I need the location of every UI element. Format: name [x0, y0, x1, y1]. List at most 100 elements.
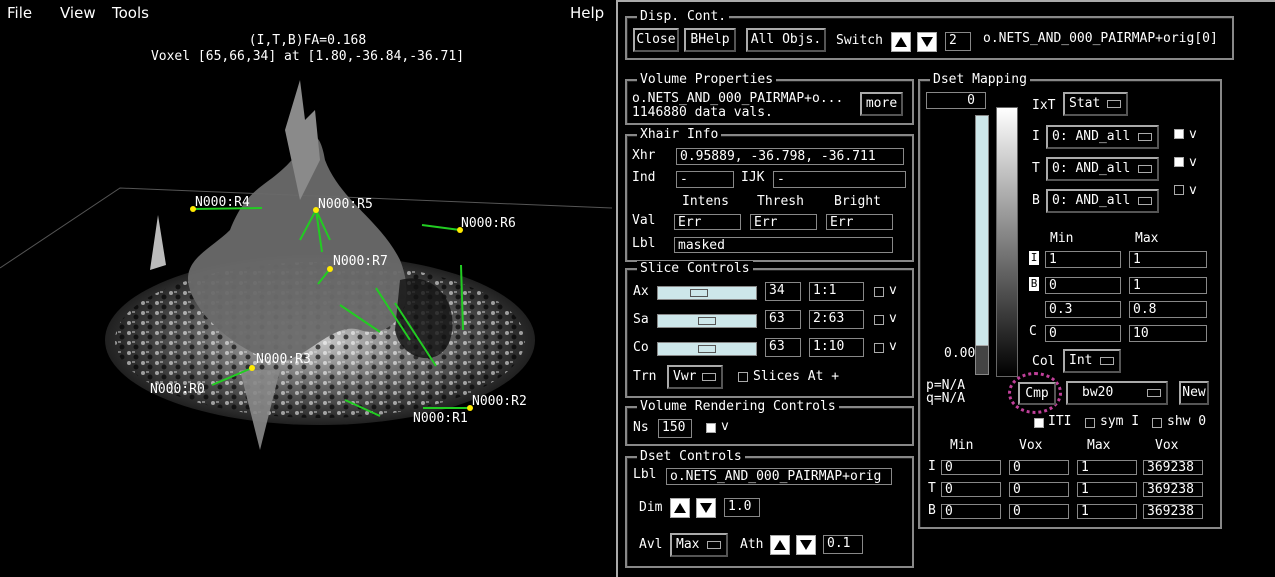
menu-file[interactable]: File [7, 4, 32, 22]
co-slider[interactable] [657, 342, 757, 356]
ath-up-button[interactable] [770, 535, 790, 555]
node-label-r1: N000:R1 [413, 411, 468, 426]
brain-rendering[interactable] [0, 70, 615, 577]
node-label-r0: N000:R0 [150, 382, 205, 397]
dim-down-button[interactable] [696, 498, 716, 518]
volume-name: o.NETS_AND_000_PAIRMAP+o... [632, 91, 844, 106]
iti-checkbox[interactable] [1034, 418, 1044, 428]
trn-menu[interactable]: Vwr [667, 365, 723, 389]
ind-label: Ind [632, 170, 656, 185]
slices-at-checkbox[interactable] [738, 372, 748, 382]
colorbar-top-value[interactable]: 0 [926, 92, 986, 109]
ax-checkbox[interactable] [874, 287, 884, 297]
val-thresh-field[interactable]: Err [750, 214, 817, 230]
new-button[interactable]: New [1179, 381, 1209, 405]
t-checkbox[interactable] [1174, 157, 1184, 167]
dim-up-button[interactable] [670, 498, 690, 518]
range-t-min-vox: 0 [1009, 482, 1069, 497]
ixt-menu[interactable]: Stat [1063, 92, 1128, 116]
bhelp-button[interactable]: BHelp [684, 28, 736, 52]
range3-max-field[interactable]: 0.8 [1129, 301, 1207, 318]
cmp-button[interactable]: Cmp [1018, 382, 1056, 405]
menu-tools[interactable]: Tools [112, 4, 149, 22]
range-t-min: 0 [941, 482, 1001, 497]
b-min-field[interactable]: 0 [1045, 277, 1121, 294]
sa-slider[interactable] [657, 314, 757, 328]
sym-i-checkbox[interactable] [1085, 418, 1095, 428]
range-vox2-header: Vox [1155, 438, 1179, 453]
i-max-field[interactable]: 1 [1129, 251, 1207, 268]
switch-up-button[interactable] [891, 32, 911, 52]
b-value: 0: AND_all [1052, 193, 1131, 208]
co-ratio-field[interactable]: 1:10 [809, 338, 864, 357]
b-max-field[interactable]: 1 [1129, 277, 1207, 294]
b-checkbox[interactable] [1174, 185, 1184, 195]
val-label: Val [632, 213, 656, 228]
ind-field[interactable]: - [676, 171, 734, 188]
xhair-info-title: Xhair Info [637, 127, 722, 142]
c-max-field[interactable]: 10 [1129, 325, 1207, 342]
sa-ratio-field[interactable]: 2:63 [809, 310, 864, 329]
all-objs-button[interactable]: All Objs. [746, 28, 826, 52]
range-i-min: 0 [941, 460, 1001, 475]
dset-lbl-field[interactable]: o.NETS_AND_000_PAIRMAP+orig [666, 468, 892, 485]
dset-mapping-frame: Dset Mapping 0 0.00 p=N/A q=N/A IxT Stat… [918, 72, 1222, 529]
ns-label: Ns [633, 420, 649, 435]
ijk-field[interactable]: - [773, 171, 906, 188]
threshold-slider[interactable] [975, 115, 989, 375]
ath-field[interactable]: 0.1 [823, 535, 863, 554]
i-min-field[interactable]: 1 [1045, 251, 1121, 268]
b-label: B [1032, 193, 1040, 208]
val-bright-field[interactable]: Err [826, 214, 893, 230]
cmp-menu[interactable]: bw20 [1066, 381, 1168, 405]
xhr-field[interactable]: 0.95889, -36.798, -36.711 [676, 148, 904, 165]
more-button[interactable]: more [860, 92, 903, 116]
ns-checkbox[interactable] [706, 423, 716, 433]
c-min-field[interactable]: 0 [1045, 325, 1121, 342]
range-vox-header: Vox [1019, 438, 1043, 453]
avl-menu[interactable]: Max [670, 533, 728, 557]
dim-field[interactable]: 1.0 [724, 498, 760, 517]
surface-viewer[interactable]: File View Tools Help (I,T,B)FA=0.168 Vox… [0, 0, 615, 577]
col-label: Col [1032, 354, 1056, 369]
b-menu[interactable]: 0: AND_all [1046, 189, 1159, 213]
switch-label: Switch [836, 33, 883, 48]
close-button[interactable]: Close [633, 28, 679, 52]
co-slice-field[interactable]: 63 [765, 338, 801, 357]
range3-min-field[interactable]: 0.3 [1045, 301, 1121, 318]
menu-view[interactable]: View [60, 4, 96, 22]
ns-field[interactable]: 150 [658, 419, 692, 438]
slice-controls-title: Slice Controls [637, 261, 753, 276]
i-range-toggle[interactable]: I [1029, 251, 1039, 265]
volume-rendering-title: Volume Rendering Controls [637, 399, 839, 414]
ax-label: Ax [633, 284, 649, 299]
ath-down-button[interactable] [796, 535, 816, 555]
max-header: Max [1135, 231, 1159, 246]
col-menu[interactable]: Int [1063, 349, 1121, 373]
co-checkbox[interactable] [874, 343, 884, 353]
sa-slice-field[interactable]: 63 [765, 310, 801, 329]
ax-slice-field[interactable]: 34 [765, 282, 801, 301]
ixt-label: IxT [1032, 98, 1056, 113]
ath-label: Ath [740, 537, 764, 552]
lbl-field[interactable]: masked [674, 237, 893, 253]
val-intens-field[interactable]: Err [674, 214, 741, 230]
menu-help[interactable]: Help [570, 4, 604, 22]
i-checkbox[interactable] [1174, 129, 1184, 139]
avl-value: Max [676, 537, 700, 552]
range-t-max: 1 [1077, 482, 1137, 497]
b-range-toggle[interactable]: B [1029, 277, 1039, 291]
avl-label: Avl [639, 537, 663, 552]
iti-label: ITI [1048, 414, 1072, 429]
colorbar[interactable] [996, 107, 1018, 377]
t-menu[interactable]: 0: AND_all [1046, 157, 1159, 181]
i-menu[interactable]: 0: AND_all [1046, 125, 1159, 149]
ax-slider[interactable] [657, 286, 757, 300]
dset-mapping-title: Dset Mapping [930, 72, 1030, 87]
sa-checkbox[interactable] [874, 315, 884, 325]
i-v-label: v [1189, 127, 1197, 142]
switch-index-field[interactable]: 2 [945, 32, 971, 51]
shw-0-checkbox[interactable] [1152, 418, 1162, 428]
ax-ratio-field[interactable]: 1:1 [809, 282, 864, 301]
switch-down-button[interactable] [917, 32, 937, 52]
